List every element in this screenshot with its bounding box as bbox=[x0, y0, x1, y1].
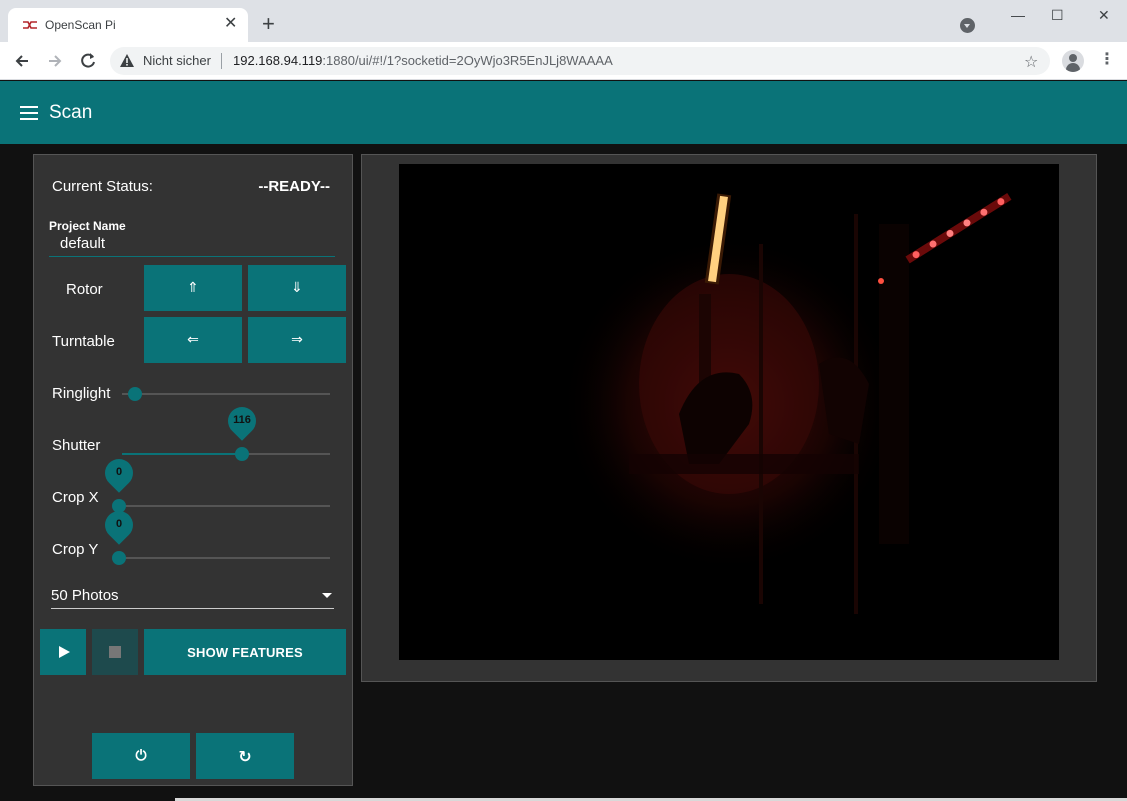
address-bar[interactable]: Nicht sicher 192.168.94.119:1880/ui/#!/1… bbox=[110, 47, 1050, 75]
reload-icon[interactable] bbox=[78, 51, 98, 71]
play-icon bbox=[59, 646, 70, 658]
hamburger-menu-icon[interactable] bbox=[20, 106, 38, 120]
camera-preview-image bbox=[399, 164, 1059, 660]
insecure-label: Nicht sicher bbox=[143, 53, 211, 68]
slider-track bbox=[122, 505, 330, 507]
avatar-body bbox=[1066, 63, 1080, 72]
power-icon: ⏻ bbox=[135, 748, 147, 764]
url-text[interactable]: 192.168.94.119:1880/ui/#!/1?socketid=2Oy… bbox=[233, 53, 613, 68]
slider-track bbox=[122, 557, 330, 559]
ringlight-slider[interactable] bbox=[122, 384, 330, 404]
slider-thumb[interactable] bbox=[112, 551, 126, 565]
camera-preview-frame bbox=[361, 154, 1097, 682]
status-label: Current Status: bbox=[52, 178, 153, 195]
refresh-button[interactable]: ↻ bbox=[196, 733, 294, 779]
url-host: 192.168.94.119 bbox=[233, 53, 323, 68]
browser-tab[interactable]: OpenScan Pi ✕ bbox=[8, 8, 248, 42]
profile-avatar-icon[interactable] bbox=[1062, 50, 1084, 72]
shutter-value: 116 bbox=[233, 414, 251, 426]
show-features-button[interactable]: SHOW FEATURES bbox=[144, 629, 346, 675]
power-button[interactable]: ⏻ bbox=[92, 733, 190, 779]
photo-count-value: 50 Photos bbox=[51, 587, 119, 604]
browser-toolbar: Nicht sicher 192.168.94.119:1880/ui/#!/1… bbox=[0, 42, 1127, 80]
shutter-label: Shutter bbox=[52, 437, 101, 454]
back-arrow-icon[interactable] bbox=[12, 51, 32, 71]
hamburger-line bbox=[20, 112, 38, 114]
camera-scene bbox=[559, 192, 1012, 614]
tab-title: OpenScan Pi bbox=[45, 18, 116, 32]
browser-menu-icon[interactable]: ⋮ bbox=[1099, 50, 1115, 70]
tab-close-icon[interactable]: ✕ bbox=[224, 15, 237, 33]
crop-x-value: 0 bbox=[115, 466, 123, 478]
caret-down-icon bbox=[322, 593, 332, 598]
minimize-icon[interactable]: — bbox=[1011, 6, 1025, 24]
project-name-input[interactable] bbox=[49, 231, 335, 257]
play-button[interactable] bbox=[40, 629, 86, 675]
crop-y-label: Crop Y bbox=[52, 541, 99, 558]
rotor-label: Rotor bbox=[66, 281, 103, 298]
turntable-label: Turntable bbox=[52, 333, 115, 350]
hamburger-line bbox=[20, 118, 38, 120]
photo-count-select[interactable]: 50 Photos bbox=[51, 585, 334, 609]
refresh-icon: ↻ bbox=[238, 746, 252, 766]
stop-button[interactable] bbox=[92, 629, 138, 675]
url-path: :1880/ui/#!/1?socketid=2OyWjo3R5EnJLj8WA… bbox=[322, 53, 613, 68]
app-header: Scan bbox=[0, 81, 1127, 144]
hamburger-line bbox=[20, 106, 38, 108]
bookmark-star-icon[interactable]: ☆ bbox=[1024, 52, 1038, 72]
slider-track bbox=[122, 393, 330, 395]
slider-fill bbox=[122, 453, 242, 455]
warning-icon[interactable] bbox=[120, 54, 134, 67]
rotor-up-button[interactable]: ⇑ bbox=[144, 265, 242, 311]
forward-arrow-icon[interactable] bbox=[45, 51, 65, 71]
crop-x-label: Crop X bbox=[52, 489, 99, 506]
avatar-head bbox=[1069, 54, 1077, 62]
tab-search-icon[interactable] bbox=[960, 18, 975, 33]
control-panel: Current Status: --READY-- Project Name R… bbox=[33, 154, 353, 786]
turntable-left-button[interactable]: ⇐ bbox=[144, 317, 242, 363]
stop-icon bbox=[109, 646, 121, 658]
rotor-down-button[interactable]: ⇓ bbox=[248, 265, 346, 311]
page-title: Scan bbox=[49, 102, 93, 123]
shutter-slider[interactable]: 116 bbox=[122, 401, 330, 464]
node-red-icon bbox=[23, 21, 37, 29]
browser-tabstrip: OpenScan Pi ✕ + — ☐ ✕ bbox=[0, 0, 1127, 42]
crop-y-value: 0 bbox=[115, 518, 123, 530]
new-tab-icon[interactable]: + bbox=[262, 13, 275, 35]
omnibox-divider bbox=[221, 53, 222, 69]
ringlight-label: Ringlight bbox=[52, 385, 111, 402]
slider-thumb[interactable] bbox=[128, 387, 142, 401]
crop-y-slider[interactable]: 0 bbox=[99, 505, 330, 568]
crop-x-slider[interactable]: 0 bbox=[99, 453, 330, 516]
led-strip-right bbox=[905, 192, 1012, 264]
status-value: --READY-- bbox=[258, 178, 330, 195]
turntable-right-button[interactable]: ⇒ bbox=[248, 317, 346, 363]
slider-thumb[interactable] bbox=[235, 447, 249, 461]
window-close-icon[interactable]: ✕ bbox=[1098, 6, 1110, 24]
maximize-icon[interactable]: ☐ bbox=[1051, 6, 1064, 24]
